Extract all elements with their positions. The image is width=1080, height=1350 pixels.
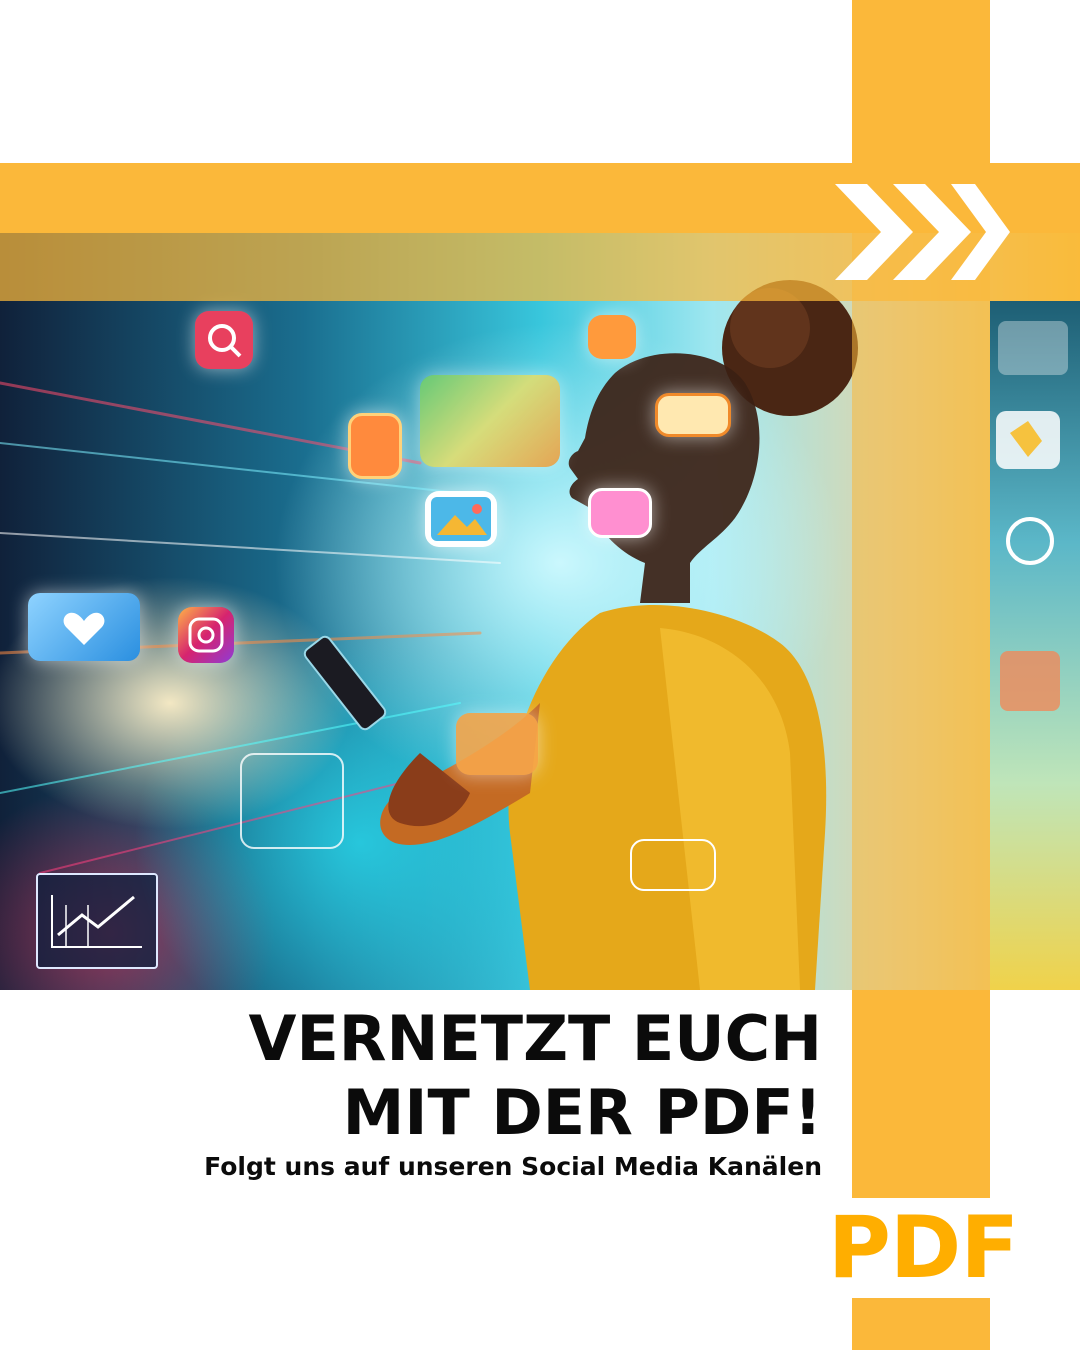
headline-line-2: MIT DER PDF! (342, 1076, 822, 1149)
vertical-accent-bar-lower (852, 990, 990, 1200)
video-tile (588, 488, 652, 538)
at-icon (1006, 517, 1054, 565)
hero-photo (0, 233, 1080, 990)
chart-tile (456, 713, 538, 775)
social-media-post: VERNETZT EUCH MIT DER PDF! Folgt uns auf… (0, 0, 1080, 1350)
chevron-right-icon (835, 184, 913, 280)
vertical-accent-bar-foot (852, 1298, 990, 1350)
heart-outline-tile (240, 753, 344, 849)
heart-icon (28, 593, 140, 661)
headline-line-1: VERNETZT EUCH (248, 1002, 822, 1075)
photo-right-tint (852, 233, 990, 990)
headline: VERNETZT EUCH MIT DER PDF! (248, 1002, 822, 1150)
card-tile (630, 839, 716, 891)
image-icon (425, 491, 497, 547)
photo-tile (420, 375, 560, 467)
profile-icon (588, 315, 636, 359)
subheadline: Folgt uns auf unseren Social Media Kanäl… (204, 1152, 822, 1181)
search-icon (195, 311, 253, 369)
instagram-icon (178, 607, 234, 663)
media-tile (348, 413, 402, 479)
photo-right-strip (990, 301, 1080, 990)
pdf-logo: PDF (820, 1198, 1026, 1298)
chart-icon (36, 873, 158, 969)
message-tile (655, 393, 731, 437)
chevron-arrows (835, 184, 1010, 280)
